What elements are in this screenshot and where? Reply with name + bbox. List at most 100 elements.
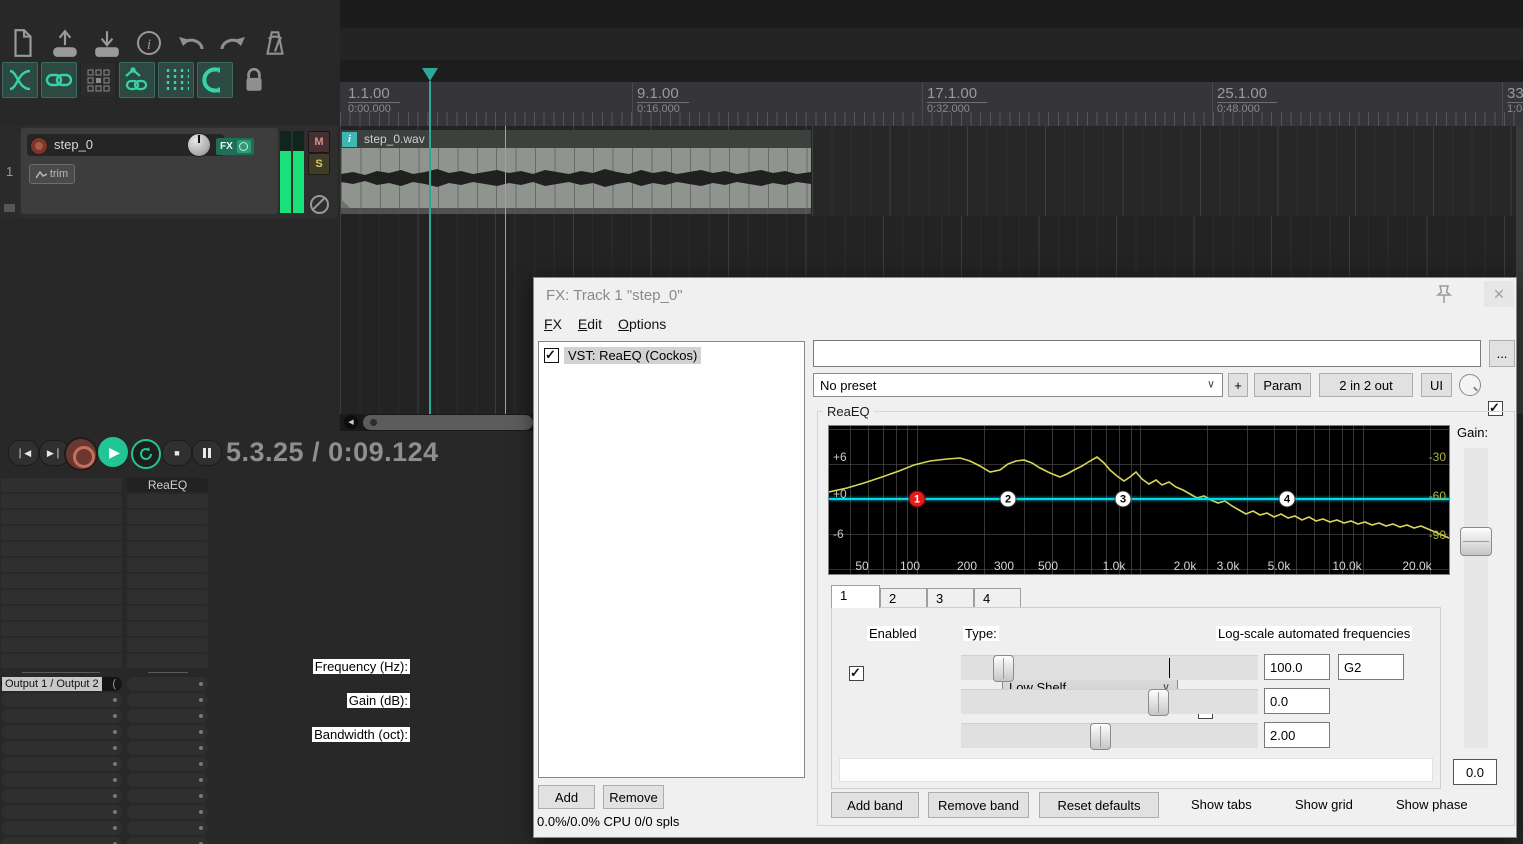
fx-chain-window[interactable]: FX: Track 1 "step_0" ✕ FXEditOptions VST… (533, 277, 1517, 838)
menu-item-options[interactable]: Options (618, 316, 666, 332)
new-project-icon[interactable] (6, 26, 40, 60)
record-arm-button[interactable] (30, 137, 48, 155)
menu-item-fx[interactable]: FX (544, 316, 562, 332)
trim-envelope-button[interactable]: trim (29, 164, 75, 184)
phase-button[interactable] (310, 195, 329, 214)
band-tab-2[interactable]: 2 (880, 588, 927, 608)
item-grouping-icon[interactable] (41, 62, 77, 98)
bandwidth-value-field[interactable]: 2.00 (1264, 722, 1330, 748)
plugin-list[interactable]: VST: ReaEQ (Cockos) (538, 341, 805, 778)
output-gain-value[interactable]: 0.0 (1453, 759, 1497, 785)
band-tab-4[interactable]: 4 (974, 588, 1021, 608)
wet-dry-knob[interactable] (1459, 374, 1481, 396)
arrange-hscrollbar[interactable]: ◀ (340, 414, 533, 431)
remove-fx-button[interactable]: Remove (603, 785, 664, 809)
media-item[interactable]: i step_0.wav (341, 130, 811, 214)
frequency-slider-thumb[interactable] (993, 655, 1014, 682)
media-item-body[interactable] (341, 148, 811, 208)
gain-slider-thumb[interactable] (1148, 689, 1169, 716)
plugin-list-item[interactable]: VST: ReaEQ (Cockos) (544, 347, 701, 364)
band-tab-3[interactable]: 3 (927, 588, 974, 608)
menu-item-edit[interactable]: Edit (578, 316, 602, 332)
track-routing-button[interactable]: Output 1 / Output 2 ( (1, 677, 122, 691)
frequency-note-field[interactable]: G2 (1338, 654, 1404, 680)
repeat-button[interactable] (131, 439, 161, 469)
param-button[interactable]: Param (1254, 373, 1311, 397)
folder-icon[interactable] (4, 204, 15, 212)
envelope-points-icon[interactable] (119, 62, 155, 98)
ruler-marker[interactable]: 33.1:04 (1507, 85, 1523, 116)
ruler-marker[interactable]: 1.1.000:00.000 (348, 85, 400, 116)
mixer-fx-slot[interactable]: ReaEQ (127, 478, 208, 492)
preset-dropdown[interactable]: No preset ∨ (813, 373, 1223, 397)
playhead-marker[interactable] (422, 68, 438, 81)
fx-comment-field[interactable] (813, 340, 1481, 367)
lock-icon[interactable] (236, 62, 272, 98)
fx-bypass-icon[interactable] (237, 140, 251, 153)
save-project-icon[interactable] (90, 26, 124, 60)
output-gain-slider[interactable] (1464, 448, 1488, 748)
arrange-vscrollbar[interactable] (1516, 126, 1523, 414)
show-tabs-label: Show tabs (1191, 797, 1252, 812)
eq-graph[interactable]: 501002003005001.0k2.0k3.0k5.0k10.0k20.0k… (828, 425, 1450, 575)
close-icon[interactable]: ✕ (1484, 281, 1514, 307)
media-item-lanes-icon[interactable] (80, 62, 116, 98)
gain-value-field[interactable]: 0.0 (1264, 688, 1330, 714)
eq-band-marker-4[interactable]: 4 (1279, 491, 1296, 508)
eq-band-marker-3[interactable]: 3 (1115, 491, 1132, 508)
eq-band-marker-2[interactable]: 2 (1000, 491, 1017, 508)
transport-time-display[interactable]: 5.3.25 / 0:09.124 (226, 437, 439, 468)
stop-button[interactable]: ■ (162, 440, 192, 466)
snap-grid-icon[interactable] (158, 62, 194, 98)
ruler-marker[interactable]: 9.1.000:16.000 (637, 85, 689, 116)
track-name[interactable]: step_0 (54, 137, 93, 152)
media-item-titlebar[interactable]: i step_0.wav (341, 130, 811, 148)
record-button[interactable] (64, 437, 98, 471)
fx-button[interactable]: FX (216, 138, 254, 155)
pan-knob-icon[interactable]: ( (112, 678, 116, 690)
frequency-slider[interactable] (961, 655, 1258, 680)
band-enabled-checkbox[interactable] (849, 666, 864, 681)
redo-icon[interactable] (216, 26, 250, 60)
open-project-icon[interactable] (48, 26, 82, 60)
add-band-button[interactable]: Add band (831, 792, 919, 818)
browse-dots-button[interactable]: ... (1489, 340, 1515, 367)
mute-button[interactable]: M (308, 131, 330, 153)
add-fx-button[interactable]: Add (538, 785, 595, 809)
plugin-enabled-checkbox[interactable] (544, 348, 559, 363)
ripple-edit-icon[interactable] (197, 62, 233, 98)
ui-toggle-button[interactable]: UI (1421, 373, 1452, 397)
scroll-left-icon[interactable]: ◀ (344, 415, 358, 429)
auto-crossfade-icon[interactable] (2, 62, 38, 98)
metronome-icon[interactable] (258, 26, 292, 60)
volume-knob[interactable] (187, 133, 211, 157)
play-button[interactable]: ▶ (98, 437, 128, 467)
bandwidth-slider[interactable] (961, 723, 1258, 748)
remove-band-button[interactable]: Remove band (928, 792, 1029, 818)
band-tab-1[interactable]: 1 (831, 585, 880, 608)
gain-slider[interactable] (961, 689, 1258, 714)
frequency-value-field[interactable]: 100.0 (1264, 654, 1330, 680)
hscrollbar-thumb[interactable] (363, 415, 533, 430)
reset-defaults-button[interactable]: Reset defaults (1039, 792, 1159, 818)
ruler-marker[interactable]: 17.1.000:32.000 (927, 85, 987, 116)
plugin-name[interactable]: VST: ReaEQ (Cockos) (564, 347, 701, 364)
bandwidth-slider-thumb[interactable] (1090, 723, 1111, 750)
item-info-icon[interactable]: i (342, 132, 357, 147)
save-preset-button[interactable]: + (1228, 373, 1248, 397)
pin-icon[interactable] (1434, 284, 1454, 306)
project-info-icon[interactable]: i (132, 26, 166, 60)
routing-label: Output 1 / Output 2 (2, 677, 102, 691)
io-routing-button[interactable]: 2 in 2 out (1319, 373, 1413, 397)
fade-handle[interactable] (341, 199, 350, 208)
ruler-marker[interactable]: 25.1.000:48.000 (1217, 85, 1277, 116)
eq-band-marker-1[interactable]: 1 (909, 491, 926, 508)
track-control-panel[interactable]: step_0 FX trim (21, 128, 278, 214)
go-to-start-button[interactable]: ❘◀ (8, 440, 39, 466)
mixer-slot (127, 526, 208, 540)
track-lane-right[interactable] (812, 126, 1516, 216)
solo-button[interactable]: S (308, 153, 330, 175)
output-gain-thumb[interactable] (1460, 527, 1492, 556)
pause-button[interactable] (192, 440, 222, 466)
undo-icon[interactable] (174, 26, 208, 60)
